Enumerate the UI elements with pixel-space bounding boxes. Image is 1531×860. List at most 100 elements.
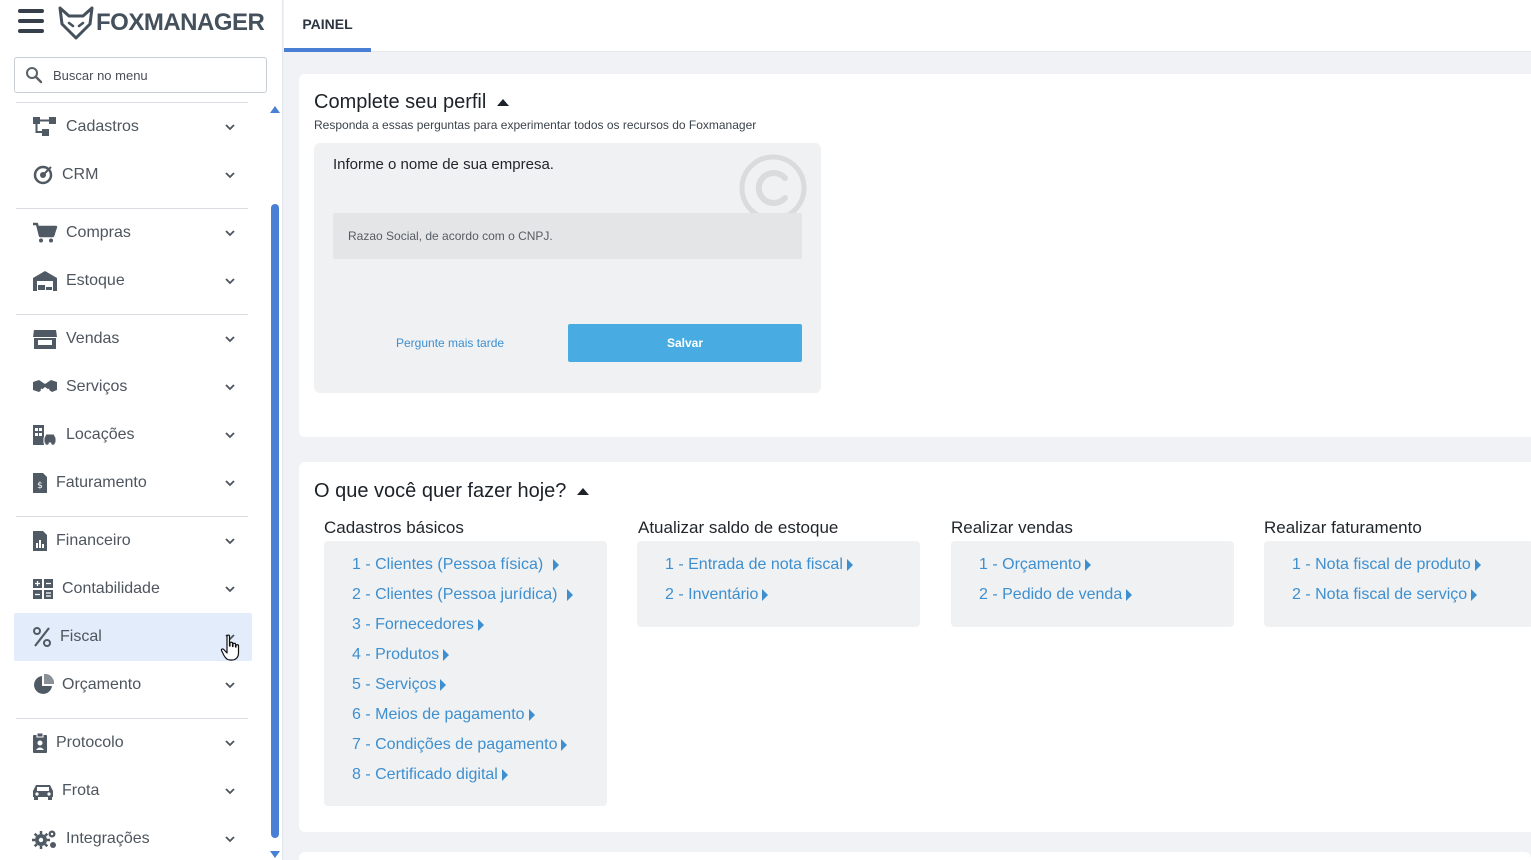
sidebar-item-integracoes[interactable]: Integrações [14, 815, 252, 860]
card-title-text: O que você quer fazer hoje? [314, 480, 567, 502]
sidebar-item-label: CRM [62, 166, 99, 183]
tab-painel[interactable]: PAINEL [284, 0, 371, 52]
profile-question-box: Informe o nome de sua empresa. Pergunte … [314, 143, 821, 393]
sidebar-item-label: Protocolo [56, 734, 124, 751]
link-label: 2 - Inventário [665, 586, 759, 603]
scroll-down-arrow-icon[interactable] [270, 851, 280, 858]
link-label: 4 - Produtos [352, 646, 440, 663]
link-nota-fiscal-produto[interactable]: 1 - Nota fiscal de produto [1292, 556, 1481, 574]
chevron-down-icon [225, 586, 235, 593]
sidebar-header: FOXMANAGER [0, 0, 283, 48]
link-meios-de-pagamento[interactable]: 6 - Meios de pagamento [352, 706, 535, 724]
link-inventario[interactable]: 2 - Inventário [665, 586, 769, 604]
card-title-text: Complete seu perfil [314, 91, 487, 113]
link-orcamento[interactable]: 1 - Orçamento [979, 556, 1092, 574]
next-card-edge [299, 852, 1531, 860]
link-label: 3 - Fornecedores [352, 616, 474, 633]
sidebar-item-contabilidade[interactable]: Contabilidade [14, 565, 252, 613]
link-clientes-pessoa-juridica[interactable]: 2 - Clientes (Pessoa jurídica) [352, 586, 574, 604]
scrollbar-thumb[interactable] [271, 204, 279, 838]
scroll-up-arrow-icon[interactable] [270, 106, 280, 113]
link-label: 2 - Pedido de venda [979, 586, 1123, 603]
link-clientes-pessoa-fisica[interactable]: 1 - Clientes (Pessoa física) [352, 556, 560, 574]
sidebar-item-protocolo[interactable]: Protocolo [14, 719, 252, 767]
save-button[interactable]: Salvar [568, 324, 802, 362]
link-entrada-nota-fiscal[interactable]: 1 - Entrada de nota fiscal [665, 556, 853, 574]
search-icon [26, 67, 43, 84]
sidebar-scrollbar[interactable] [270, 106, 280, 858]
sidebar-item-label: Financeiro [56, 532, 131, 549]
caret-right-icon [1471, 589, 1478, 601]
link-fornecedores[interactable]: 3 - Fornecedores [352, 616, 484, 634]
menu-search[interactable] [14, 57, 267, 93]
sidebar-item-label: Cadastros [66, 118, 139, 135]
sidebar-item-label: Contabilidade [62, 580, 160, 597]
sidebar-item-locacoes[interactable]: Locações [14, 411, 252, 459]
sidebar-item-financeiro[interactable]: Financeiro [14, 517, 252, 565]
sidebar-menu: Cadastros CRM Compras Estoque Vendas Ser… [14, 102, 252, 860]
chevron-down-icon [225, 538, 235, 545]
handshake-icon [32, 375, 58, 399]
column-links-box: 1 - Entrada de nota fiscal 2 - Inventári… [637, 541, 920, 627]
hamburger-menu-icon[interactable] [18, 9, 44, 33]
sidebar-item-orcamento[interactable]: Orçamento [14, 661, 252, 709]
caret-right-icon [443, 649, 450, 661]
logo[interactable]: FOXMANAGER [58, 5, 265, 41]
store-icon [32, 327, 58, 351]
column-title: Atualizar saldo de estoque [638, 518, 839, 537]
svg-text:$: $ [37, 481, 43, 491]
invoice-icon: $ [32, 471, 48, 495]
sidebar-item-label: Locações [66, 426, 135, 443]
pie-chart-icon [32, 673, 54, 697]
complete-profile-subtitle: Responda a essas perguntas para experime… [314, 118, 757, 132]
caret-right-icon [1126, 589, 1133, 601]
column-title: Realizar faturamento [1264, 518, 1422, 537]
what-to-do-today-card: O que você quer fazer hoje? Cadastros bá… [299, 462, 1531, 832]
sidebar-item-compras[interactable]: Compras [14, 209, 252, 257]
sidebar-item-servicos[interactable]: Serviços [14, 363, 252, 411]
link-label: 5 - Serviços [352, 676, 437, 693]
link-servicos[interactable]: 5 - Serviços [352, 676, 447, 694]
collapse-caret-up-icon[interactable] [497, 99, 510, 106]
question-text: Informe o nome de sua empresa. [333, 156, 554, 173]
sidebar-item-crm[interactable]: CRM [14, 151, 252, 199]
chevron-down-icon [225, 480, 235, 487]
building-car-icon [32, 423, 58, 447]
column-realizar-vendas: Realizar vendas 1 - Orçamento 2 - Pedido… [951, 518, 1234, 627]
chevron-down-icon [225, 278, 235, 285]
link-label: 1 - Clientes (Pessoa física) [352, 556, 544, 573]
ask-later-link[interactable]: Pergunte mais tarde [396, 336, 504, 350]
collapse-caret-up-icon[interactable] [577, 488, 590, 495]
sidebar-item-estoque[interactable]: Estoque [14, 257, 252, 305]
sidebar-item-faturamento[interactable]: $ Faturamento [14, 459, 252, 507]
link-label: 8 - Certificado digital [352, 766, 498, 783]
complete-profile-title: Complete seu perfil [314, 91, 510, 114]
link-pedido-de-venda[interactable]: 2 - Pedido de venda [979, 586, 1133, 604]
menu-search-input[interactable] [53, 67, 253, 83]
link-label: 2 - Clientes (Pessoa jurídica) [352, 586, 558, 603]
sidebar-item-vendas[interactable]: Vendas [14, 315, 252, 363]
chevron-down-icon [225, 788, 235, 795]
link-condicoes-de-pagamento[interactable]: 7 - Condições de pagamento [352, 736, 568, 754]
caret-right-icon [762, 589, 769, 601]
chevron-down-icon [225, 836, 235, 843]
caret-right-icon [846, 559, 853, 571]
chart-document-icon [32, 529, 48, 553]
company-name-input[interactable] [333, 213, 802, 259]
column-atualizar-saldo-estoque: Atualizar saldo de estoque 1 - Entrada d… [637, 518, 920, 627]
sidebar-item-label: Compras [66, 224, 131, 241]
sidebar-item-cadastros[interactable]: Cadastros [14, 103, 252, 151]
chevron-down-icon [225, 336, 235, 343]
sidebar-item-label: Vendas [66, 330, 120, 347]
target-icon [32, 163, 54, 187]
link-certificado-digital[interactable]: 8 - Certificado digital [352, 766, 508, 784]
logo-text: FOXMANAGER [96, 9, 265, 36]
sidebar-item-frota[interactable]: Frota [14, 767, 252, 815]
sidebar-item-fiscal[interactable]: Fiscal [14, 613, 252, 661]
caret-right-icon [561, 739, 568, 751]
link-nota-fiscal-servico[interactable]: 2 - Nota fiscal de serviço [1292, 586, 1478, 604]
fox-logo-icon [58, 6, 94, 40]
link-label: 2 - Nota fiscal de serviço [1292, 586, 1468, 603]
link-produtos[interactable]: 4 - Produtos [352, 646, 450, 664]
sidebar: FOXMANAGER Cadastros CRM [0, 0, 283, 860]
